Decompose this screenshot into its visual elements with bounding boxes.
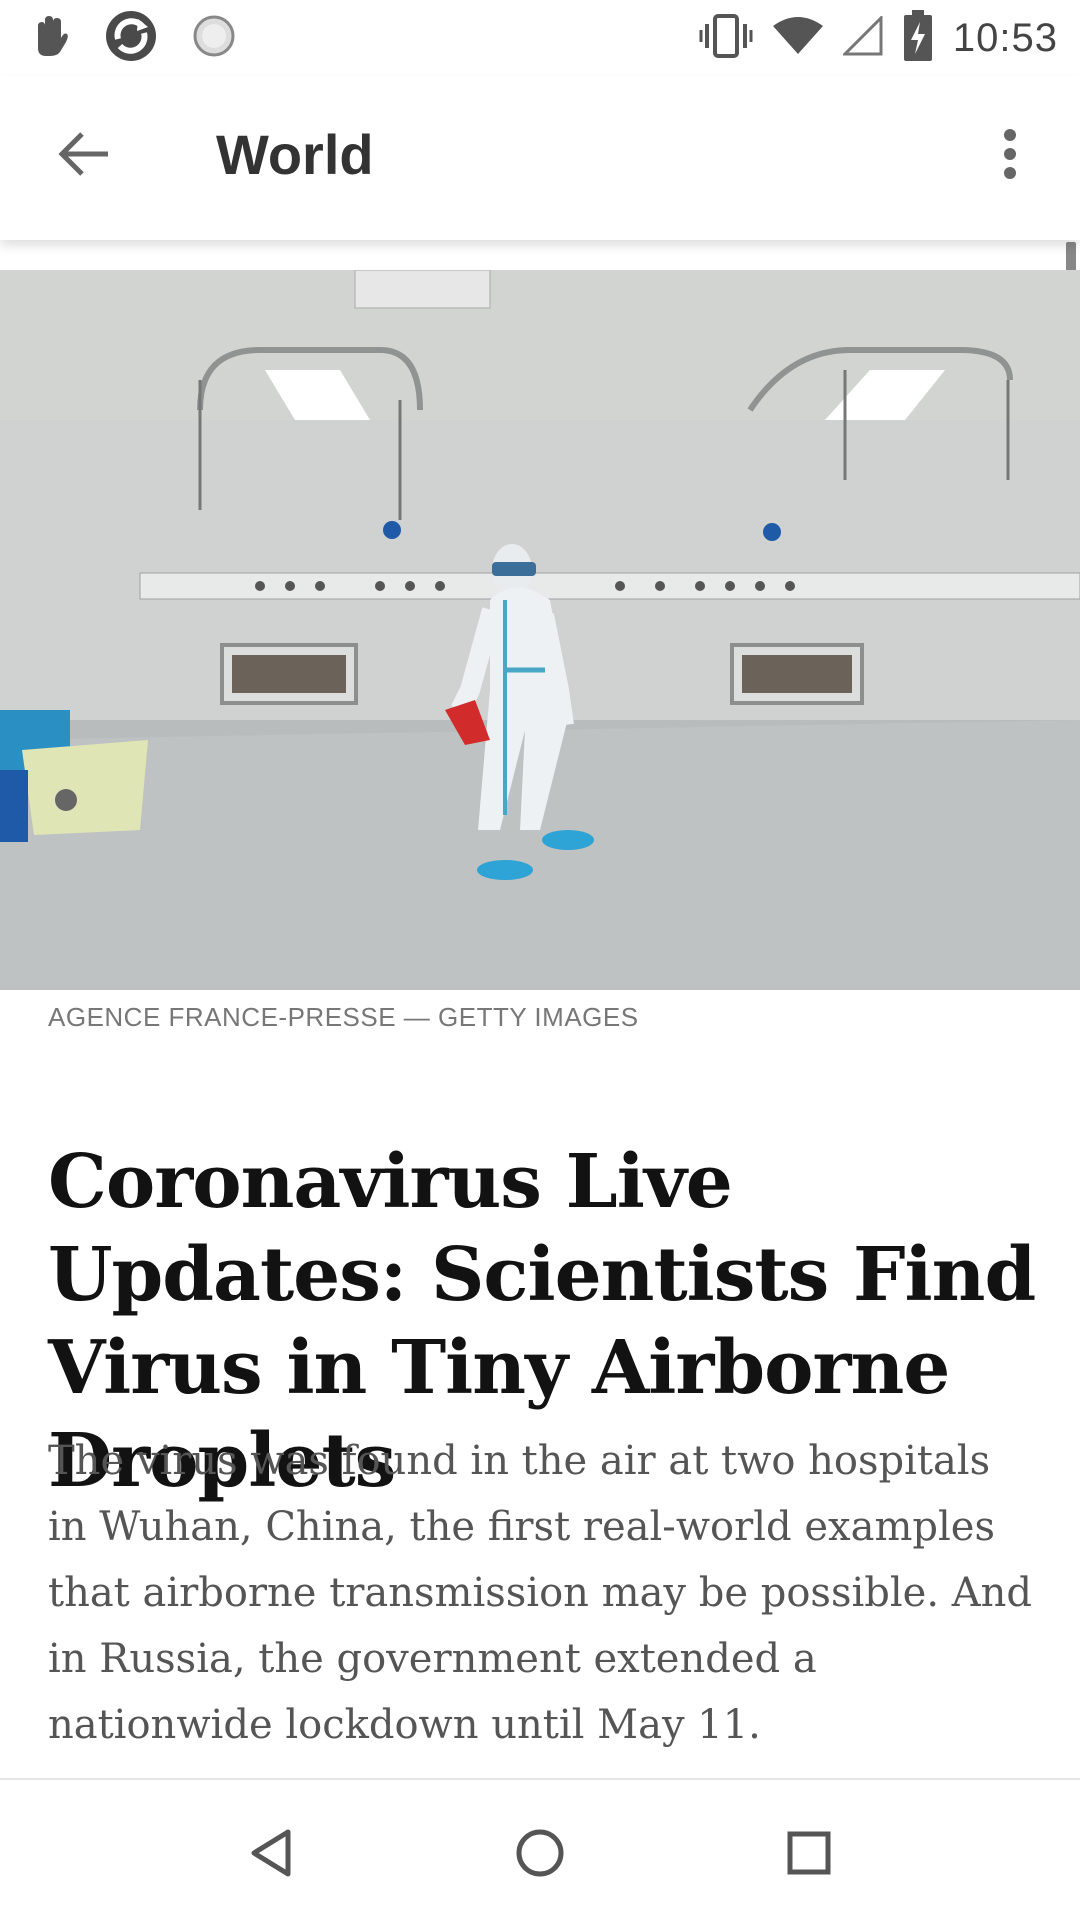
system-nav-bar (0, 1778, 1080, 1922)
image-credit: AGENCE FRANCE-PRESSE — GETTY IMAGES (48, 1002, 639, 1032)
back-button[interactable] (44, 116, 124, 196)
cell-signal-icon (841, 13, 883, 61)
home-circle-icon (515, 1828, 565, 1883)
sync-app-icon (104, 9, 158, 68)
article-hero-image[interactable] (0, 270, 1080, 990)
nav-back-button[interactable] (226, 1810, 316, 1900)
back-triangle-icon (248, 1828, 294, 1883)
hand-notification-icon (30, 14, 70, 63)
more-options-button[interactable] (980, 116, 1040, 196)
arrow-left-icon (58, 131, 110, 181)
article-content[interactable]: AGENCE FRANCE-PRESSE — GETTY IMAGES Coro… (0, 240, 1080, 1780)
wifi-icon (772, 16, 823, 61)
status-bar: 10:53 (0, 0, 1080, 76)
vibrate-icon (699, 12, 753, 65)
status-clock: 10:53 (952, 15, 1058, 60)
app-bar: World (0, 76, 1080, 240)
battery-charging-icon (903, 9, 933, 67)
nav-home-button[interactable] (495, 1810, 585, 1900)
circle-app-icon (192, 14, 236, 63)
recents-square-icon (787, 1831, 831, 1880)
status-bar-notifications (30, 10, 236, 66)
hospital-ward-illustration (0, 270, 1080, 990)
more-vert-icon (1003, 128, 1017, 185)
page-title: World (216, 123, 374, 186)
nav-recents-button[interactable] (764, 1810, 854, 1900)
status-bar-system: 10:53 (699, 8, 1058, 68)
article-summary[interactable]: The virus was found in the air at two ho… (48, 1428, 1038, 1758)
